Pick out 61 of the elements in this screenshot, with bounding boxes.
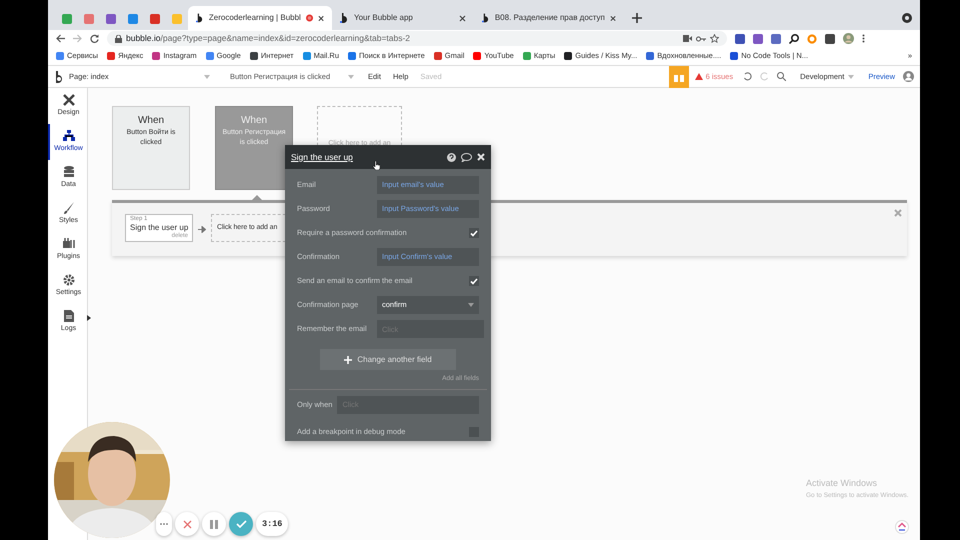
browser-tab[interactable]: Zerocoderlearning | Bubbl <box>188 6 332 30</box>
pause-icon <box>210 520 218 528</box>
hand-cursor-icon <box>373 161 380 170</box>
reload-icon[interactable] <box>90 34 99 43</box>
browser-tab[interactable]: B08. Разделение прав доступ <box>474 6 624 30</box>
data-icon <box>62 166 74 178</box>
bubble-logo-icon <box>340 13 349 23</box>
help-icon[interactable] <box>447 152 456 162</box>
checkbox[interactable] <box>469 276 479 286</box>
caret-icon <box>468 303 474 307</box>
tab-favicon-icon[interactable] <box>106 14 116 24</box>
checkbox[interactable] <box>469 228 479 238</box>
avatar-icon[interactable] <box>843 33 854 44</box>
pause-button[interactable] <box>202 512 226 536</box>
back-icon[interactable] <box>56 34 65 43</box>
check-icon <box>470 230 478 236</box>
close-icon <box>182 520 192 528</box>
star-icon[interactable] <box>710 34 719 43</box>
bubble-logo-icon[interactable] <box>54 70 64 82</box>
comment-icon[interactable] <box>461 152 472 162</box>
tab-title: B08. Разделение прав доступ <box>494 12 605 24</box>
activation-title: Activate Windows <box>806 477 878 490</box>
key-icon[interactable] <box>696 36 706 42</box>
event-title: When <box>240 114 268 128</box>
undo-icon[interactable] <box>743 72 752 81</box>
profile-menu-icon[interactable] <box>902 13 912 23</box>
help-widget-icon[interactable] <box>895 520 909 534</box>
camera-icon[interactable] <box>683 35 692 42</box>
browser-tab[interactable]: Your Bubble app <box>332 6 474 30</box>
lock-icon <box>115 34 122 42</box>
close-icon[interactable] <box>318 14 324 22</box>
popup-title[interactable]: Sign the user up <box>291 150 353 164</box>
search-icon[interactable] <box>777 72 786 81</box>
change-field-button[interactable]: Change another field <box>320 349 456 370</box>
check-icon <box>236 520 246 528</box>
new-tab-icon[interactable] <box>632 13 642 23</box>
expand-arrow-icon[interactable] <box>87 315 91 321</box>
check-icon <box>470 278 478 284</box>
design-icon <box>62 94 74 106</box>
warning-icon <box>694 73 703 80</box>
tab-title: Your Bubble app <box>354 12 413 24</box>
plugins-icon <box>62 238 74 250</box>
close-icon[interactable] <box>610 14 616 22</box>
cancel-button[interactable] <box>175 512 199 536</box>
step-name: Sign the user up <box>130 223 188 232</box>
settings-icon <box>62 274 74 286</box>
bubble-logo-icon <box>196 13 204 23</box>
logs-icon <box>62 310 74 322</box>
arrow-right-icon <box>198 226 206 233</box>
user-icon[interactable] <box>903 71 914 82</box>
recording-timer: 3:16 <box>256 512 288 536</box>
workflow-icon <box>62 130 74 142</box>
styles-icon <box>62 202 74 214</box>
url-text: bubble.io/page?type=page&name=index&id=zerocoderlearning&tab=tabs-2 <box>126 32 410 45</box>
more-icon[interactable] <box>862 34 865 43</box>
close-icon[interactable] <box>459 14 466 22</box>
tab-title: Zerocoderlearning | Bubbl <box>208 12 301 24</box>
event-title: When <box>136 114 166 128</box>
bubble-logo-icon <box>482 13 490 23</box>
plus-icon <box>344 356 352 364</box>
address-field[interactable]: bubble.io/page?type=page&name=index&id=zerocoderlearning&tab=tabs-2 <box>107 31 727 46</box>
